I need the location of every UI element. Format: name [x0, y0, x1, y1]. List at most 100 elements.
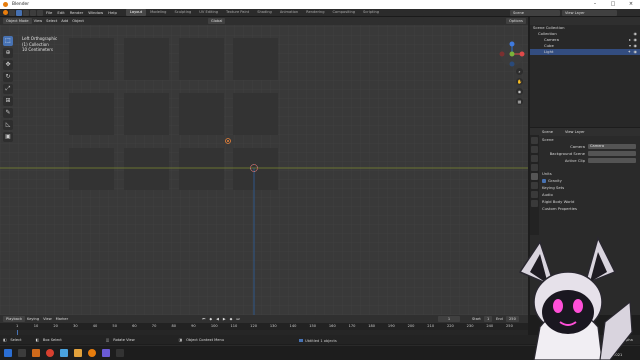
tab-rendering[interactable]: Rendering: [302, 9, 328, 16]
scene-selector[interactable]: Scene: [510, 10, 560, 16]
measure-tool-icon[interactable]: ◺: [3, 120, 13, 130]
audio-section[interactable]: Audio: [542, 191, 636, 198]
add-cube-tool-icon[interactable]: ▣: [3, 132, 13, 142]
viewport-menu-object[interactable]: Object: [72, 19, 84, 23]
tab-modeling[interactable]: Modeling: [146, 9, 170, 16]
viewport-menu-select[interactable]: Select: [46, 19, 57, 23]
visibility-eye-icon[interactable]: ◉: [634, 49, 638, 55]
jump-start-icon[interactable]: ⏮: [202, 317, 205, 321]
select-subtract-icon[interactable]: [30, 9, 36, 16]
tool-props-icon[interactable]: [531, 137, 538, 144]
timeline-tick-label: 10: [33, 324, 39, 328]
scene-panel-title[interactable]: Scene: [542, 136, 636, 143]
search-icon[interactable]: [18, 349, 26, 357]
status-version: 2.92.0 Alpha: [610, 337, 633, 342]
perspective-toggle-icon[interactable]: ▦: [516, 98, 523, 105]
transform-orientation-selector[interactable]: Global: [207, 18, 226, 24]
close-icon[interactable]: ×: [622, 0, 640, 9]
object-props-icon[interactable]: [531, 191, 538, 198]
timeline-editor: Playback Keying View Marker ⏮ ◆ ◀ ▶ ◆ ⏭ …: [0, 315, 528, 335]
tab-animation[interactable]: Animation: [276, 9, 302, 16]
start-menu-icon[interactable]: [4, 349, 12, 357]
obs-icon[interactable]: [116, 349, 124, 357]
discord-icon[interactable]: [102, 349, 110, 357]
background-scene-field[interactable]: [588, 151, 636, 156]
timeline-menu-view[interactable]: View: [43, 317, 52, 321]
tab-sculpting[interactable]: Sculpting: [170, 9, 195, 16]
tab-compositing[interactable]: Compositing: [329, 9, 360, 16]
viewport-menu-view[interactable]: View: [34, 19, 43, 23]
rotate-tool-icon[interactable]: ↻: [3, 72, 13, 82]
tab-scripting[interactable]: Scripting: [359, 9, 383, 16]
jump-end-icon[interactable]: ⏭: [236, 317, 239, 321]
outliner-item-label: Cube: [544, 43, 554, 48]
mode-selector[interactable]: Object Mode: [3, 18, 32, 24]
file-explorer-icon[interactable]: [32, 349, 40, 357]
options-dropdown[interactable]: Options: [506, 18, 526, 24]
play-reverse-icon[interactable]: ◀: [216, 317, 219, 321]
timeline-ruler[interactable]: 1 10 20 30 40 50 60 70 80 90 100 110 120 130 140 150 160…: [0, 323, 528, 330]
units-section[interactable]: Units: [542, 170, 636, 177]
select-box-tool-icon[interactable]: ⬚: [3, 36, 13, 46]
timeline-menu-marker[interactable]: Marker: [56, 317, 68, 321]
blender-taskbar-icon[interactable]: [88, 349, 96, 357]
maximize-icon[interactable]: □: [604, 0, 622, 9]
browser-icon[interactable]: [46, 349, 54, 357]
navigation-gizmo[interactable]: [498, 40, 526, 68]
select-invert-icon[interactable]: [37, 9, 43, 16]
active-clip-field[interactable]: [588, 158, 636, 163]
cursor-tool-icon[interactable]: ⊕: [3, 48, 13, 58]
tab-texture-paint[interactable]: Texture Paint: [222, 9, 253, 16]
scene-props-icon[interactable]: [531, 173, 538, 180]
world-props-icon[interactable]: [531, 182, 538, 189]
editor-type-icon[interactable]: [9, 9, 15, 16]
viewport-header: Object Mode View Select Add Object Globa…: [0, 17, 528, 25]
menu-edit[interactable]: Edit: [57, 10, 64, 15]
timeline-menu-keying[interactable]: Keying: [27, 317, 39, 321]
rigid-body-world-section[interactable]: Rigid Body World: [542, 198, 636, 205]
move-tool-icon[interactable]: ✥: [3, 60, 13, 70]
view-layer-props-icon[interactable]: [531, 164, 538, 171]
minimize-icon[interactable]: –: [586, 0, 604, 9]
view-layer-selector[interactable]: View Layer: [562, 10, 617, 16]
scale-tool-icon[interactable]: ⤢: [3, 84, 13, 94]
viewport-menu-add[interactable]: Add: [61, 19, 68, 23]
prev-key-icon[interactable]: ◆: [209, 317, 212, 321]
menu-render[interactable]: Render: [70, 10, 84, 15]
blender-menu-icon[interactable]: [3, 10, 8, 15]
tab-layout[interactable]: Layout: [125, 9, 147, 16]
gravity-checkbox[interactable]: [542, 178, 546, 183]
menu-window[interactable]: Window: [88, 10, 103, 15]
gravity-section[interactable]: Gravity: [542, 177, 636, 184]
keying-sets-section[interactable]: Keying Sets: [542, 184, 636, 191]
select-mode-icon[interactable]: [16, 9, 22, 16]
physics-props-icon[interactable]: [531, 200, 538, 207]
menu-help[interactable]: Help: [108, 10, 117, 15]
pan-hand-icon[interactable]: ✋: [516, 78, 523, 85]
3d-viewport[interactable]: [0, 17, 528, 315]
timeline-menu-playback[interactable]: Playback: [3, 316, 26, 322]
camera-view-icon[interactable]: ◉: [516, 88, 523, 95]
clock[interactable]: 18:34 6.04.2021: [604, 348, 622, 358]
output-props-icon[interactable]: [531, 155, 538, 162]
next-key-icon[interactable]: ◆: [230, 317, 233, 321]
zoom-icon[interactable]: ⌕: [516, 68, 523, 75]
app-icon[interactable]: [60, 349, 68, 357]
tab-shading[interactable]: Shading: [253, 9, 276, 16]
custom-properties-section[interactable]: Custom Properties: [542, 205, 636, 212]
timeline-tick-label: 230: [466, 324, 474, 328]
start-frame-field[interactable]: 1: [484, 316, 493, 322]
select-extend-icon[interactable]: [23, 9, 29, 16]
outliner-item-light[interactable]: Light ✦ ◉: [530, 49, 640, 55]
current-frame-field[interactable]: 1: [438, 316, 460, 322]
render-props-icon[interactable]: [531, 146, 538, 153]
folder-icon[interactable]: [74, 349, 82, 357]
transform-tool-icon[interactable]: ⊞: [3, 96, 13, 106]
camera-field[interactable]: Camera: [588, 144, 636, 149]
tab-uv-editing[interactable]: UV Editing: [195, 9, 222, 16]
menu-file[interactable]: File: [46, 10, 52, 15]
annotate-tool-icon[interactable]: ✎: [3, 108, 13, 118]
play-icon[interactable]: ▶: [223, 317, 226, 321]
viewport-canvas[interactable]: [0, 17, 528, 315]
end-frame-field[interactable]: 250: [506, 316, 519, 322]
